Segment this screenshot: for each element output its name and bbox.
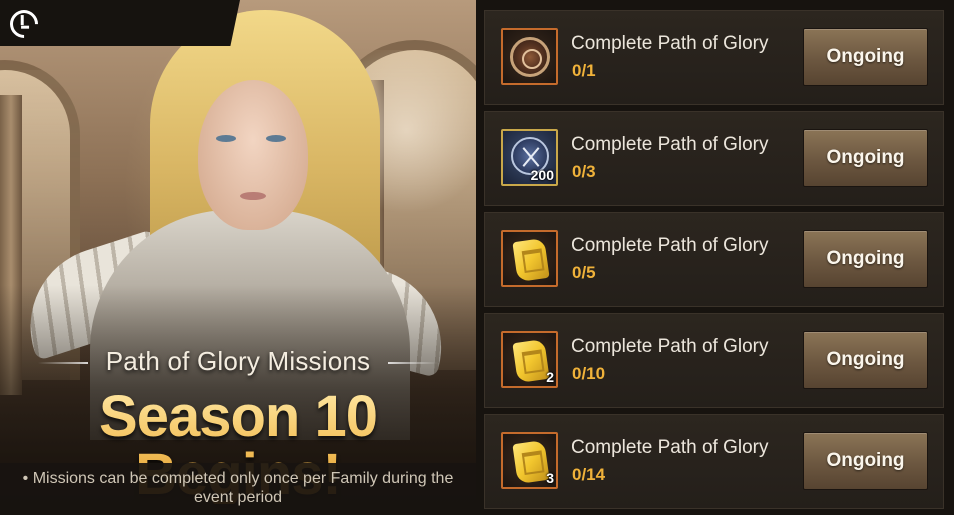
ongoing-button[interactable]: Ongoing <box>803 230 928 288</box>
mission-title: Complete Path of Glory <box>571 437 769 458</box>
character-eye <box>266 135 286 142</box>
mission-title: Complete Path of Glory <box>571 336 769 357</box>
mission-title: Complete Path of Glory <box>571 134 769 155</box>
mission-progress: 0/1 <box>572 61 596 80</box>
reward-quantity: 3 <box>546 470 554 486</box>
ongoing-button[interactable]: Ongoing <box>803 331 928 389</box>
mission-progress: 0/10 <box>572 364 606 383</box>
reward-slot[interactable] <box>501 230 558 287</box>
mission-progress: 0/3 <box>572 162 596 181</box>
gold-scroll-icon <box>512 338 550 384</box>
ongoing-button[interactable]: Ongoing <box>803 129 928 187</box>
reward-quantity: 200 <box>530 167 554 183</box>
gold-scroll-icon <box>512 439 550 485</box>
mission-progress: 0/14 <box>572 465 606 484</box>
reward-slot[interactable]: 3 <box>501 432 558 489</box>
mission-list: Complete Path of Glory 0/1 Ongoing 200 C… <box>476 0 954 515</box>
reward-quantity: 2 <box>546 369 554 385</box>
mission-title: Complete Path of Glory <box>571 33 769 54</box>
character-face <box>198 80 308 230</box>
reward-slot[interactable]: 2 <box>501 331 558 388</box>
mission-card: Complete Path of Glory 0/1 Ongoing <box>484 10 944 105</box>
ongoing-button[interactable]: Ongoing <box>803 28 928 86</box>
mission-card: Complete Path of Glory 0/5 Ongoing <box>484 212 944 307</box>
mission-card: 200 Complete Path of Glory 0/3 Ongoing <box>484 111 944 206</box>
character-eye <box>216 135 236 142</box>
gold-scroll-icon <box>512 237 550 283</box>
event-banner: Path of Glory Missions Season 10 Begins!… <box>0 0 476 515</box>
clock-icon[interactable] <box>4 4 44 44</box>
event-timer-tab[interactable] <box>0 0 240 46</box>
mission-progress: 0/5 <box>572 263 596 282</box>
mission-title: Complete Path of Glory <box>571 235 769 256</box>
bronze-medal-icon <box>510 37 550 77</box>
mission-card: 2 Complete Path of Glory 0/10 Ongoing <box>484 313 944 408</box>
reward-slot[interactable]: 200 <box>501 129 558 186</box>
mission-card: 3 Complete Path of Glory 0/14 Ongoing <box>484 414 944 509</box>
reward-slot[interactable] <box>501 28 558 85</box>
ongoing-button[interactable]: Ongoing <box>803 432 928 490</box>
character-lips <box>240 192 266 200</box>
event-note: • Missions can be completed only once pe… <box>22 470 454 506</box>
subtitle-ornament <box>388 362 438 364</box>
